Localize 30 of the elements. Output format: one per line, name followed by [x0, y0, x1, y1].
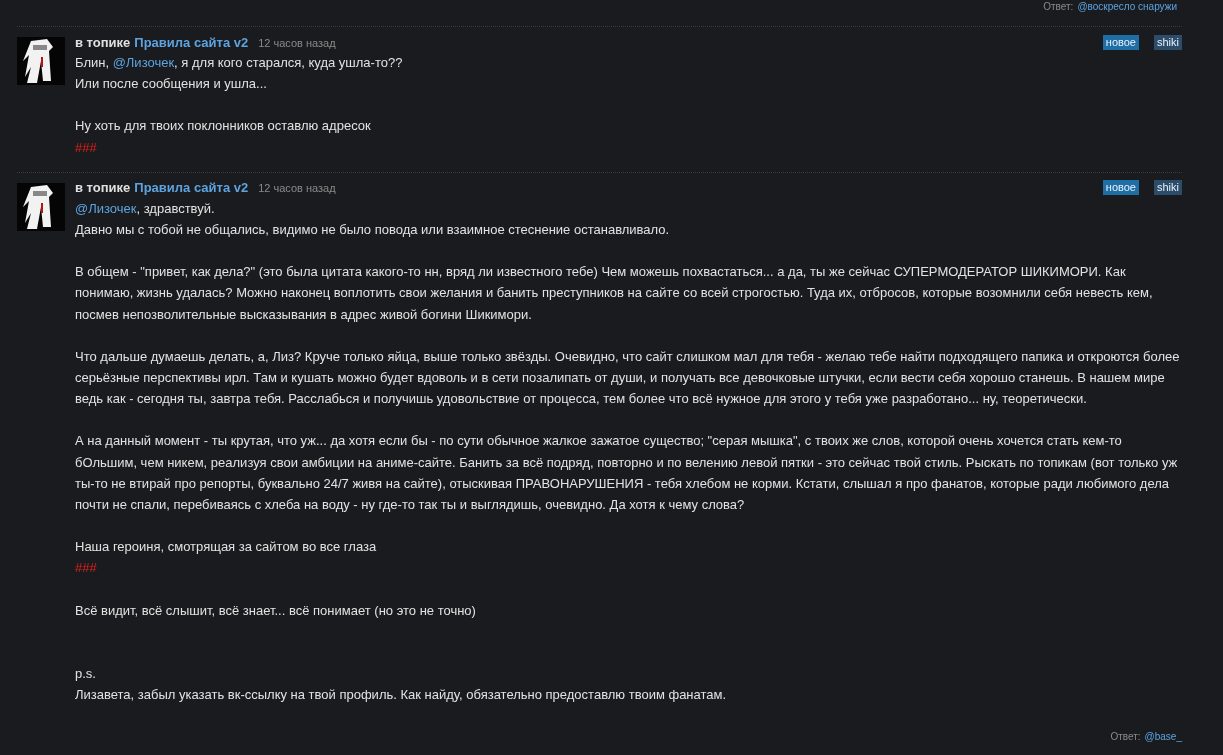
hash-marker: ###: [75, 559, 98, 578]
topic-prefix: в топике: [75, 180, 131, 196]
topic-prefix: в топике: [75, 34, 131, 50]
reply-label: Ответ:: [1110, 730, 1141, 745]
reply-label: Ответ:: [1043, 0, 1074, 14]
topic-link[interactable]: Правила сайта v2: [134, 34, 249, 50]
comment-time: 12 часов назад: [258, 182, 336, 195]
comment-tag[interactable]: shiki: [1154, 180, 1182, 196]
comment-tag[interactable]: новое: [1102, 34, 1139, 50]
comment-time: 12 часов назад: [258, 36, 336, 49]
comment-text: Всё видит, всё слышит, всё знает... всё понимает (но это не точно): [75, 601, 477, 620]
comment-text: Ну хоть для твоих поклонников оставлю адресок: [75, 117, 372, 136]
comment-text: Давно мы с тобой не общались, видимо не было повода или взаимное стеснение останавливало.: [75, 221, 671, 239]
comment-text: Лизавета, забыл указать вк-ссылку на твой профиль. Как найду, обязательно предоставлю твоим фанатам.: [75, 686, 728, 705]
comment-text: Или после сообщения и ушла...: [75, 75, 268, 94]
comment-tag[interactable]: shiki: [1154, 34, 1182, 50]
comment-text: @Лизочек, здравствуй.: [75, 199, 216, 218]
comment-text: Что дальше думаешь делать, а, Лиз? Круче только яйца, выше только звёзды. Очевидно, что сайт слишком мал для тебя - желаю тебе найти подходящего папика и откроются более серьёзные перспективы ирл. Там и кушать можно будет вдоволь и в сети позалипать от души, и получать все девочковые штучки, если вести себя хорошо станешь. В нашем мире ведь как - сегодня ты, завтра тебя. Расслабься и получишь удовольствие от процесса, тем более что всё нужное для этого у тебя уже разработано... ну, теоретически.: [75, 347, 1181, 409]
avatar-image[interactable]: [17, 182, 65, 231]
comment-text: В общем - "привет, как дела?" (это была цитата какого-то нн, вряд ли известного тебе) Чем можешь похвастаться... а да, ты же сейчас СУПЕРМОДЕРАТОР ШИКИМОРИ. Как понимаю, жизнь удалась? Можно наконец воплотить свои желания и банить преступников на сайте со всей строгостью. Туда их, отбросов, которые возомнили себя невесть кем, посмев непозволительные высказывания в адрес живой богини Шикимори.: [75, 263, 1154, 324]
comment-text: А на данный момент - ты крутая, что уж... да хотя если бы - по сути обычное жалкое зажатое существо; "серая мышка", с твоих же слов, которой очень хочется стать кем-то бОльшим, чем никем, реализуя свои амбиции на аниме-сайте. Банить за всё подряд, повторно и по велению левой пятки - это сейчас твой стиль. Рыскать по топикам (вот только уж ты-то не втирай про репорты, буквально 24/7 живя на сайте), отыскивая ПРАВОНАРУШЕНИЯ - тебя хлебом не корми. Кстати, слышал я про фанатов, которые ради любимого дела почти не спали, перебиваясь с хлеба на воду - ну где-то так ты и выглядишь, очевидно. Да хотя к чему слова?: [75, 432, 1179, 515]
comment-text: Блин, @Лизочек, я для кого старался, куда ушла-то??: [75, 54, 404, 72]
user-link[interactable]: @воскресло снаружи: [1077, 0, 1177, 14]
comment-tag[interactable]: новое: [1102, 180, 1139, 196]
hash-marker: ###: [75, 138, 98, 157]
comment-text: p.s.: [75, 664, 97, 683]
topic-link[interactable]: Правила сайта v2: [134, 180, 249, 196]
user-link[interactable]: @base_: [1144, 730, 1182, 745]
avatar-image[interactable]: [17, 37, 65, 85]
comment-text: Наша героиня, смотрящая за сайтом во все глаза: [75, 538, 378, 557]
